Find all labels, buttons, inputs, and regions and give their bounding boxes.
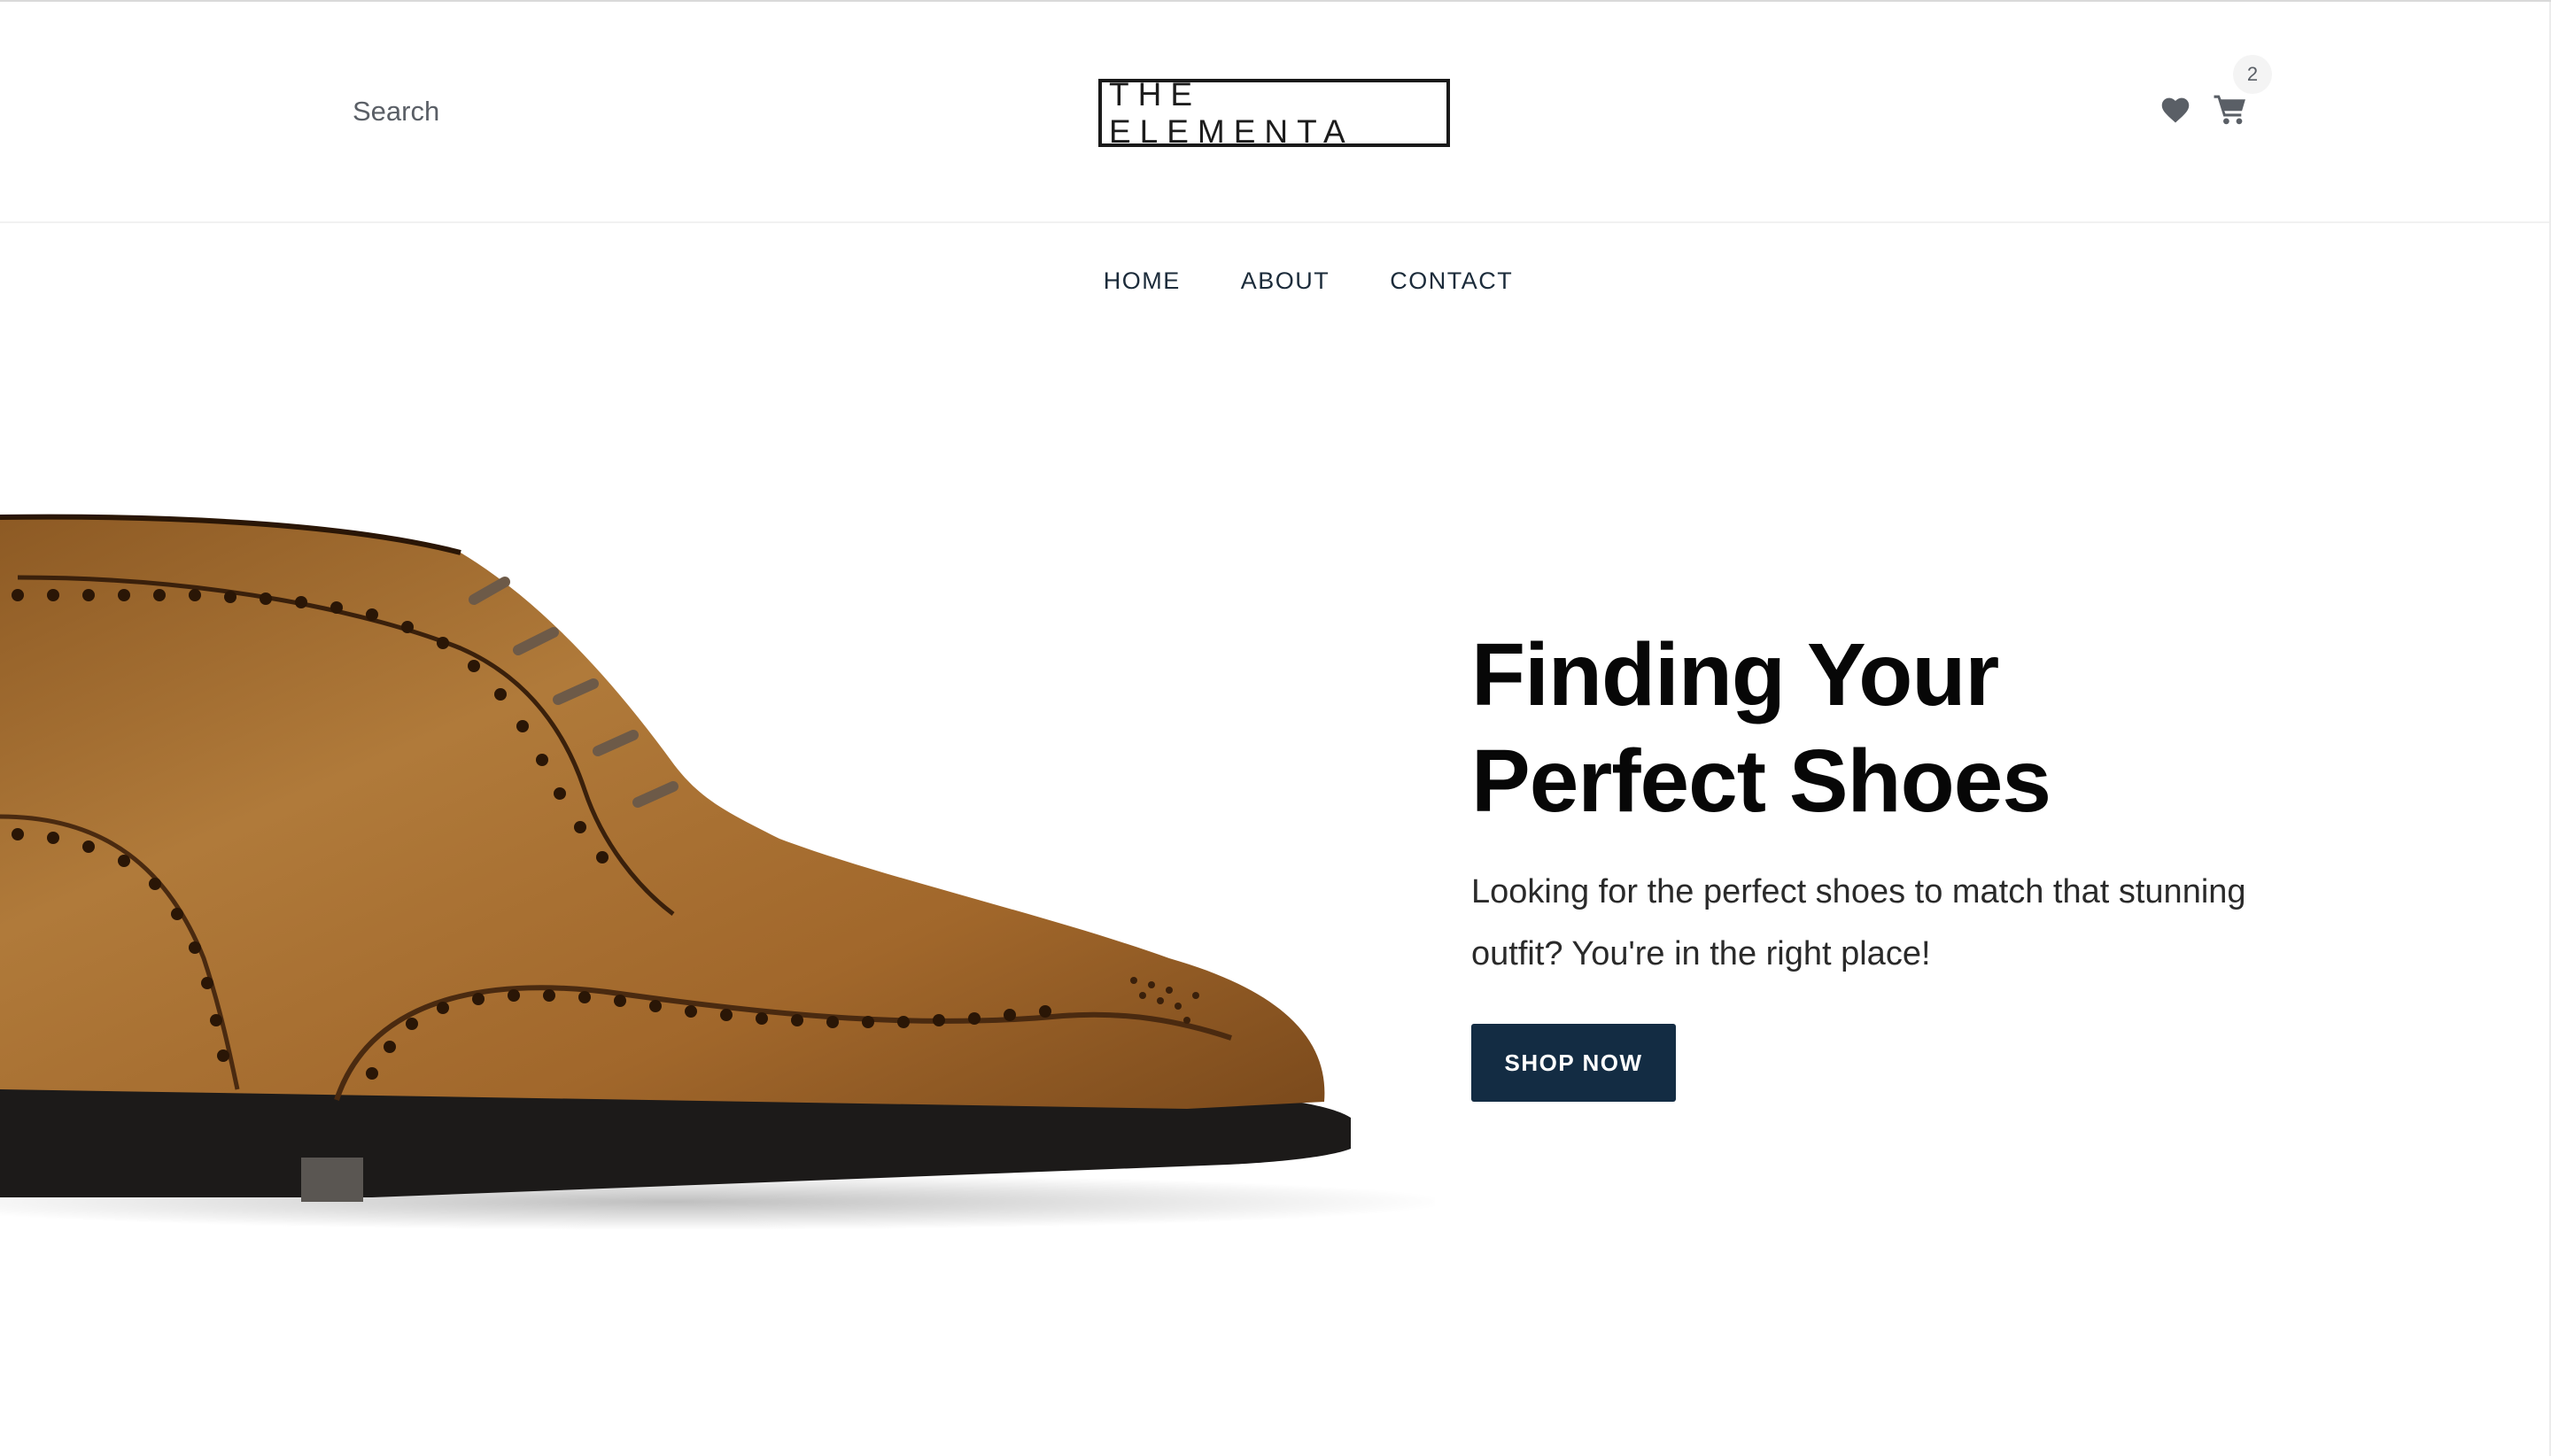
page: Search THE ELEMENTA 2 HOME ABOUT CONTACT: [0, 0, 2551, 1456]
shop-now-button[interactable]: SHOP NOW: [1471, 1024, 1676, 1102]
hero-title: Finding Your Perfect Shoes: [1471, 622, 2357, 834]
heart-icon[interactable]: [2159, 96, 2191, 124]
nav-item-home[interactable]: HOME: [1104, 267, 1181, 298]
header-actions: [2159, 90, 2257, 135]
hero-description: Looking for the perfect shoes to match t…: [1471, 873, 2246, 972]
hero-title-line-1: Finding Your: [1471, 625, 1999, 724]
logo-text: THE ELEMENTA: [1109, 75, 1354, 150]
hero-text-block: Finding Your Perfect Shoes Looking for t…: [1471, 622, 2357, 985]
hero-shoe-image: [0, 514, 1435, 1230]
cart-icon[interactable]: [2213, 92, 2248, 126]
site-logo[interactable]: THE ELEMENTA: [1098, 76, 1450, 150]
nav-item-about[interactable]: ABOUT: [1241, 267, 1330, 298]
main-nav: HOME ABOUT CONTACT: [0, 223, 2551, 338]
nav-item-contact[interactable]: CONTACT: [1390, 267, 1513, 298]
site-header: Search THE ELEMENTA 2: [0, 2, 2551, 223]
hero-title-line-2: Perfect Shoes: [1471, 732, 2051, 831]
search-link[interactable]: Search: [353, 96, 439, 128]
cart-count-badge: 2: [2233, 55, 2272, 94]
